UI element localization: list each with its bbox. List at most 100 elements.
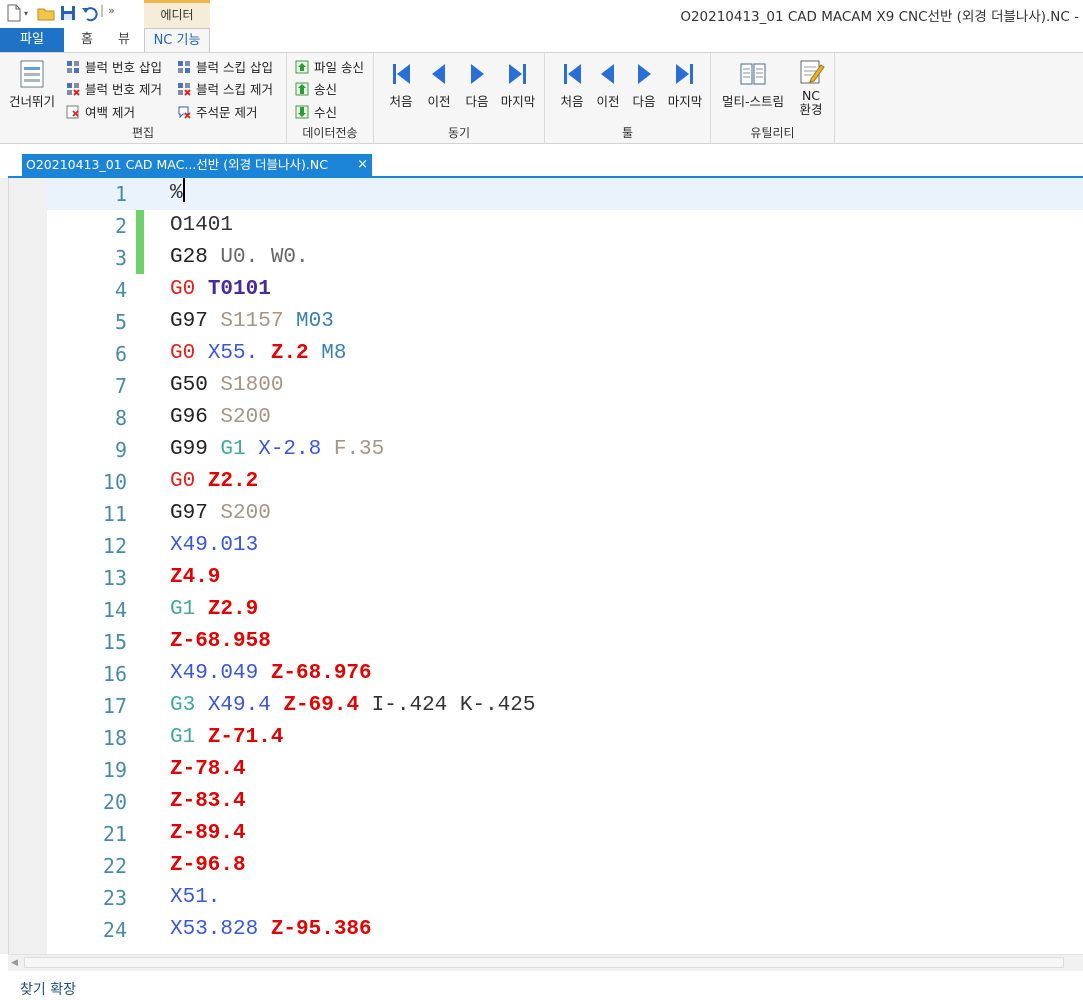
editor-line[interactable]: 2 O1401 xyxy=(47,210,1083,242)
skip-button[interactable]: 건너뛰기 xyxy=(6,59,58,110)
group-caption-utility: 유틸리티 xyxy=(750,126,795,140)
editor-line[interactable]: 18 G1 Z-71.4 xyxy=(47,722,1083,754)
editor-line[interactable]: 13 Z4.9 xyxy=(47,562,1083,594)
receive-button[interactable]: 수신 xyxy=(295,103,337,123)
context-tab-editor[interactable]: 에디터 xyxy=(144,0,210,28)
editor-line[interactable]: 3 G28 U0. W0. xyxy=(47,242,1083,274)
line-number: 13 xyxy=(102,566,127,590)
editor-line[interactable]: 17 G3 X49.4 Z-69.4 I-.424 K-.425 xyxy=(47,690,1083,722)
editor-line[interactable]: 22 Z-96.8 xyxy=(47,850,1083,882)
code-token: Z-95.386 xyxy=(258,918,372,941)
horizontal-scrollbar[interactable]: ◀ xyxy=(8,954,1083,971)
line-number: 6 xyxy=(114,342,127,366)
ribbon-group-utility: 멀티-스트림 NC 환경 유틸리티 xyxy=(711,53,835,143)
save-icon[interactable] xyxy=(60,4,76,22)
first-icon xyxy=(557,59,587,89)
code-token: M8 xyxy=(308,342,347,365)
tab-view[interactable]: 뷰 xyxy=(108,28,140,52)
scroll-left-icon[interactable]: ◀ xyxy=(11,958,18,968)
code-token: Z4.9 xyxy=(170,566,221,589)
editor-line[interactable]: 9 G99 G1 X-2.8 F.35 xyxy=(47,434,1083,466)
tool-first-button[interactable]: 처음 xyxy=(551,59,593,110)
editor-line[interactable]: 14 G1 Z2.9 xyxy=(47,594,1083,626)
code-text: G1 Z2.9 xyxy=(170,594,258,626)
editor-line[interactable]: 8 G96 S200 xyxy=(47,402,1083,434)
tool-next-button[interactable]: 다음 xyxy=(625,59,663,110)
tab-file[interactable]: 파일 xyxy=(0,28,64,52)
line-number: 22 xyxy=(102,854,127,878)
block-skip-insert-label: 블럭 스킵 삽입 xyxy=(196,60,273,75)
undo-icon[interactable] xyxy=(81,4,99,22)
tool-last-button[interactable]: 마지막 xyxy=(663,59,707,110)
editor-margin-line xyxy=(8,178,9,954)
find-expand-link[interactable]: 찾기 확장 xyxy=(20,979,76,999)
document-tab[interactable]: O20210413_01 CAD MAC...선반 (외경 더블나사).NC × xyxy=(22,154,372,176)
code-text: Z-96.8 xyxy=(170,850,246,882)
editor-line[interactable]: 15 Z-68.958 xyxy=(47,626,1083,658)
block-skip-remove-button[interactable]: 블럭 스킵 제거 xyxy=(177,80,273,100)
editor-line[interactable]: 16 X49.049 Z-68.976 xyxy=(47,658,1083,690)
whitespace-remove-icon xyxy=(66,105,80,119)
document-tab-label: O20210413_01 CAD MAC...선반 (외경 더블나사).NC xyxy=(26,157,328,172)
code-text: G50 S1800 xyxy=(170,370,283,402)
line-number: 23 xyxy=(102,886,127,910)
editor-line[interactable]: 1% xyxy=(47,178,1083,210)
open-folder-icon[interactable] xyxy=(37,4,55,22)
editor-line[interactable]: 23 X51. xyxy=(47,882,1083,914)
dropdown-arrow-icon[interactable]: ▾ xyxy=(24,9,28,27)
block-number-insert-button[interactable]: 블럭 번호 삽입 xyxy=(66,58,162,78)
sync-first-button[interactable]: 처음 xyxy=(380,59,422,110)
editor-line[interactable]: 10 G0 Z2.2 xyxy=(47,466,1083,498)
file-send-icon xyxy=(295,60,309,74)
close-icon[interactable]: × xyxy=(357,154,368,176)
editor-line[interactable]: 12 X49.013 xyxy=(47,530,1083,562)
code-editor[interactable]: 1% 2 O1401 3 G28 U0. W0. 4 G0 T0101 5 G97 S1157 … xyxy=(0,178,1083,954)
sync-next-button[interactable]: 다음 xyxy=(458,59,496,110)
line-number: 3 xyxy=(114,246,127,270)
editor-line[interactable]: 20 Z-83.4 xyxy=(47,786,1083,818)
new-file-icon[interactable] xyxy=(6,4,22,22)
skip-label: 건너뛰기 xyxy=(8,94,55,109)
comment-remove-button[interactable]: 주석문 제거 xyxy=(177,103,257,123)
tab-nc-functions[interactable]: NC 기능 xyxy=(144,28,210,52)
editor-line[interactable]: 7 G50 S1800 xyxy=(47,370,1083,402)
editor-line[interactable]: 21 Z-89.4 xyxy=(47,818,1083,850)
tool-prev-label: 이전 xyxy=(596,94,620,109)
group-caption-sync: 동기 xyxy=(447,126,471,140)
previous-icon xyxy=(424,59,454,89)
more-icon[interactable]: » xyxy=(108,4,115,22)
code-token: G0 xyxy=(170,470,196,493)
send-icon xyxy=(295,82,309,96)
block-number-remove-button[interactable]: 블럭 번호 제거 xyxy=(66,80,162,100)
code-token: X53.828 xyxy=(170,918,259,941)
file-send-button[interactable]: 파일 송신 xyxy=(295,58,364,78)
sync-next-label: 다음 xyxy=(465,94,489,109)
editor-line[interactable]: 24 X53.828 Z-95.386 xyxy=(47,914,1083,946)
sync-prev-button[interactable]: 이전 xyxy=(420,59,458,110)
editor-line[interactable]: 11 G97 S200 xyxy=(47,498,1083,530)
tool-prev-button[interactable]: 이전 xyxy=(589,59,627,110)
code-text: G96 S200 xyxy=(170,402,271,434)
code-text: G1 Z-71.4 xyxy=(170,722,283,754)
multistream-button[interactable]: 멀티-스트림 xyxy=(717,59,789,110)
nc-environment-button[interactable]: NC 환경 xyxy=(791,57,831,117)
code-token: F.35 xyxy=(321,438,385,461)
editor-line[interactable]: 6 G0 X55. Z.2 M8 xyxy=(47,338,1083,370)
editor-line[interactable]: 4 G0 T0101 xyxy=(47,274,1083,306)
send-button[interactable]: 송신 xyxy=(295,80,337,100)
block-skip-insert-button[interactable]: 블럭 스킵 삽입 xyxy=(177,58,273,78)
whitespace-remove-button[interactable]: 여백 제거 xyxy=(66,103,135,123)
sync-last-button[interactable]: 마지막 xyxy=(496,59,540,110)
line-number: 7 xyxy=(114,374,127,398)
code-text: Z-78.4 xyxy=(170,754,246,786)
code-token: Z2.2 xyxy=(195,470,259,493)
code-text: % xyxy=(170,178,185,210)
line-number: 8 xyxy=(114,406,127,430)
editor-line[interactable]: 5 G97 S1157 M03 xyxy=(47,306,1083,338)
code-token: Z-83.4 xyxy=(170,790,246,813)
block-number-remove-icon xyxy=(66,82,80,96)
editor-line[interactable]: 19 Z-78.4 xyxy=(47,754,1083,786)
code-token: Z2.9 xyxy=(195,598,259,621)
scrollbar-thumb[interactable] xyxy=(24,957,1064,968)
tab-home[interactable]: 홈 xyxy=(70,28,104,52)
